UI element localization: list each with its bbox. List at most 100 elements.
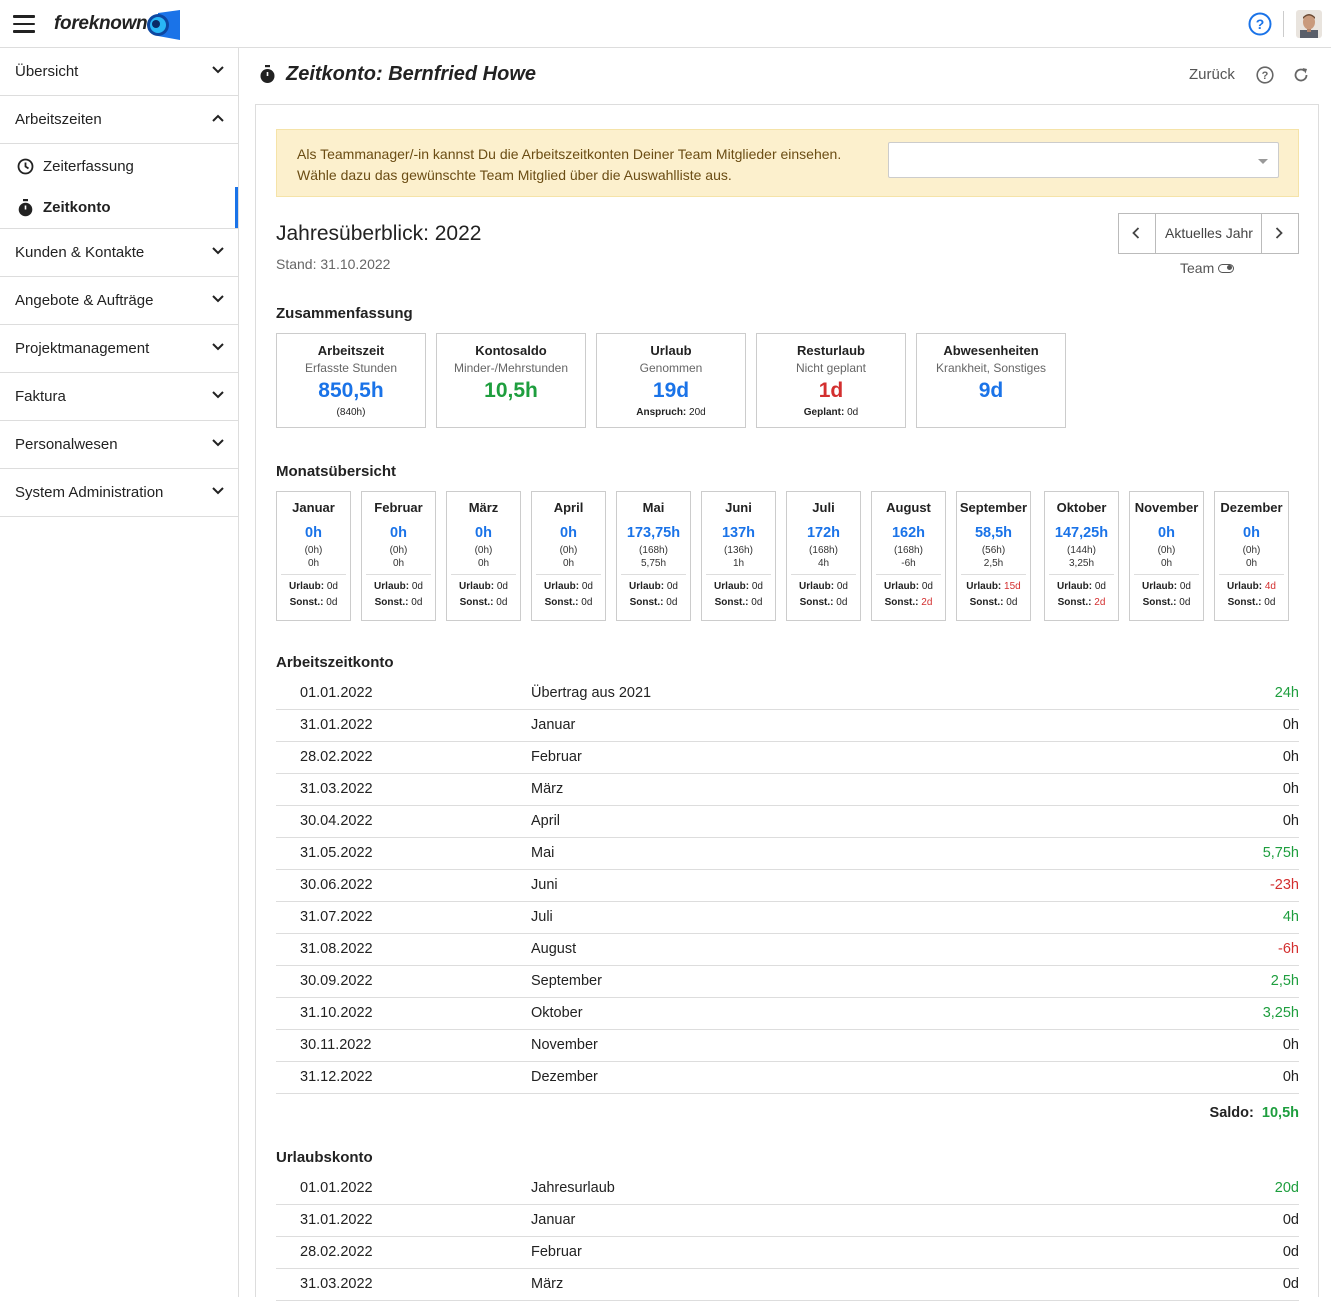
row-date: 30.11.2022	[300, 1037, 372, 1053]
divider	[961, 574, 1026, 575]
sonst-label: Sonst.:	[459, 597, 494, 608]
svg-text:?: ?	[1262, 70, 1269, 82]
sidebar-item-label: Angebote & Aufträge	[15, 292, 154, 309]
team-toggle-label: Team	[1180, 260, 1215, 276]
month-name: November	[1134, 500, 1199, 515]
sidebar-item-personalwesen[interactable]: Personalwesen	[0, 421, 238, 469]
month-urlaub: 0d	[666, 581, 678, 592]
sidebar-item-angebote[interactable]: Angebote & Aufträge	[0, 277, 238, 325]
refresh-icon[interactable]	[1292, 66, 1310, 89]
previous-year-button[interactable]	[1119, 214, 1156, 253]
month-diff: 0h	[1245, 558, 1258, 569]
sidebar-subitem-zeiterfassung[interactable]: Zeiterfassung	[0, 146, 238, 187]
row-value: 0d	[1282, 1276, 1299, 1292]
sidebar-item-kunden[interactable]: Kunden & Kontakte	[0, 229, 238, 277]
row-value: 0h	[1282, 717, 1299, 733]
month-sonst: 0d	[836, 597, 848, 608]
row-value: 0h	[1282, 781, 1299, 797]
month-name: Februar	[374, 500, 423, 515]
month-box: Oktober 147,25h (144h) 3,25h Urlaub: 0d Sonst…	[1044, 491, 1119, 621]
sidebar-item-arbeitszeiten[interactable]: Arbeitszeiten	[0, 96, 238, 144]
month-box: Februar 0h (0h) 0h Urlaub: 0d Sonst.: 0d	[361, 491, 436, 621]
month-sonst: 2d	[921, 597, 933, 608]
sidebar-item-label: Arbeitszeiten	[15, 111, 102, 128]
sidebar-subitem-label: Zeitkonto	[43, 199, 111, 216]
month-target: (168h)	[809, 545, 838, 556]
sonst-label: Sonst.:	[629, 597, 664, 608]
row-text: Übertrag aus 2021	[531, 685, 652, 701]
table-row: 28.02.2022 Februar 0d	[276, 1237, 1299, 1269]
month-diff: 0h	[562, 558, 575, 569]
summary-box-abwesenheiten: Abwesenheiten Krankheit, Sonstiges 9d	[916, 333, 1066, 428]
divider	[621, 574, 686, 575]
month-urlaub: 0d	[496, 581, 508, 592]
sidebar-item-projektmanagement[interactable]: Projektmanagement	[0, 325, 238, 373]
month-target: (144h)	[1067, 545, 1096, 556]
saldo-label: Saldo:	[1209, 1105, 1254, 1121]
row-text: Januar	[531, 717, 576, 733]
month-sonst: 0d	[1006, 597, 1018, 608]
month-diff: 5,75h	[640, 558, 667, 569]
month-box: September 58,5h (56h) 2,5h Urlaub: 15d Sonst.…	[956, 491, 1031, 621]
sidebar-item-label: Übersicht	[15, 63, 79, 80]
sonst-label: Sonst.:	[289, 597, 324, 608]
sidebar-item-uebersicht[interactable]: Übersicht	[0, 48, 238, 96]
team-member-select[interactable]	[888, 142, 1279, 178]
stopwatch-icon	[260, 65, 275, 83]
saldo-row: Saldo: 10,5h	[276, 1105, 1299, 1121]
sidebar-item-label: Projektmanagement	[15, 340, 150, 357]
monthly-title: Monatsübersicht	[276, 463, 397, 480]
row-date: 30.06.2022	[300, 877, 373, 893]
month-hours: 162h	[891, 525, 926, 541]
sidebar-item-system-administration[interactable]: System Administration	[0, 469, 238, 517]
row-date: 28.02.2022	[300, 749, 373, 765]
row-date: 30.04.2022	[300, 813, 373, 829]
month-hours: 0h	[305, 525, 322, 541]
row-value: 0h	[1282, 1037, 1299, 1053]
month-target: (168h)	[894, 545, 923, 556]
next-year-button[interactable]	[1261, 214, 1298, 253]
table-row: 31.01.2022 Januar 0h	[276, 710, 1299, 742]
sonst-label: Sonst.:	[544, 597, 579, 608]
urlaubskonto-table: 01.01.2022 Jahresurlaub 20d 31.01.2022 Janua…	[276, 1173, 1299, 1301]
month-box: August 162h (168h) -6h Urlaub: 0d Sonst.: 2d	[871, 491, 946, 621]
sidebar-subitem-zeitkonto[interactable]: Zeitkonto	[0, 187, 238, 228]
summary-value: 19d	[652, 379, 690, 402]
divider	[706, 574, 771, 575]
current-year-button[interactable]: Aktuelles Jahr	[1156, 214, 1262, 253]
back-button[interactable]: Zurück	[1189, 66, 1235, 83]
sonst-label: Sonst.:	[884, 597, 919, 608]
table-row: 01.01.2022 Übertrag aus 2021 24h	[276, 678, 1299, 710]
team-toggle[interactable]: Team	[1180, 260, 1235, 276]
divider	[1134, 574, 1199, 575]
summary-foot: 0d	[847, 407, 859, 418]
chevron-down-icon	[212, 391, 224, 399]
sidebar-item-faktura[interactable]: Faktura	[0, 373, 238, 421]
table-row: 31.03.2022 März 0d	[276, 1269, 1299, 1301]
sidebar-item-label: Kunden & Kontakte	[15, 244, 145, 261]
row-date: 31.12.2022	[300, 1069, 373, 1085]
summary-foot: (840h)	[336, 407, 366, 418]
help-icon[interactable]: ?	[1248, 12, 1272, 41]
month-box: Dezember 0h (0h) 0h Urlaub: 4d Sonst.: 0d	[1214, 491, 1289, 621]
table-row: 31.01.2022 Januar 0d	[276, 1205, 1299, 1237]
row-text: Oktober	[531, 1005, 583, 1021]
summary-foot: 20d	[689, 407, 706, 418]
month-box: Juni 137h (136h) 1h Urlaub: 0d Sonst.: 0d	[701, 491, 776, 621]
summary-box-resturlaub: Resturlaub Nicht geplant 1d Geplant: 0d	[756, 333, 906, 428]
hamburger-menu-icon[interactable]	[13, 15, 35, 33]
row-value: 2,5h	[1270, 973, 1299, 989]
row-date: 31.03.2022	[300, 781, 373, 797]
summary-head: Resturlaub	[797, 343, 865, 358]
help-icon[interactable]: ?	[1256, 66, 1274, 89]
month-diff: 0h	[392, 558, 405, 569]
row-text: August	[531, 941, 577, 957]
table-row: 28.02.2022 Februar 0h	[276, 742, 1299, 774]
urlaub-label: Urlaub:	[289, 581, 325, 592]
row-text: Jahresurlaub	[531, 1180, 615, 1196]
row-value: 4h	[1282, 909, 1299, 925]
table-row: 31.12.2022 Dezember 0h	[276, 1062, 1299, 1094]
month-hours: 147,25h	[1054, 525, 1109, 541]
avatar[interactable]	[1296, 10, 1322, 38]
summary-sub: Nicht geplant	[795, 361, 867, 375]
